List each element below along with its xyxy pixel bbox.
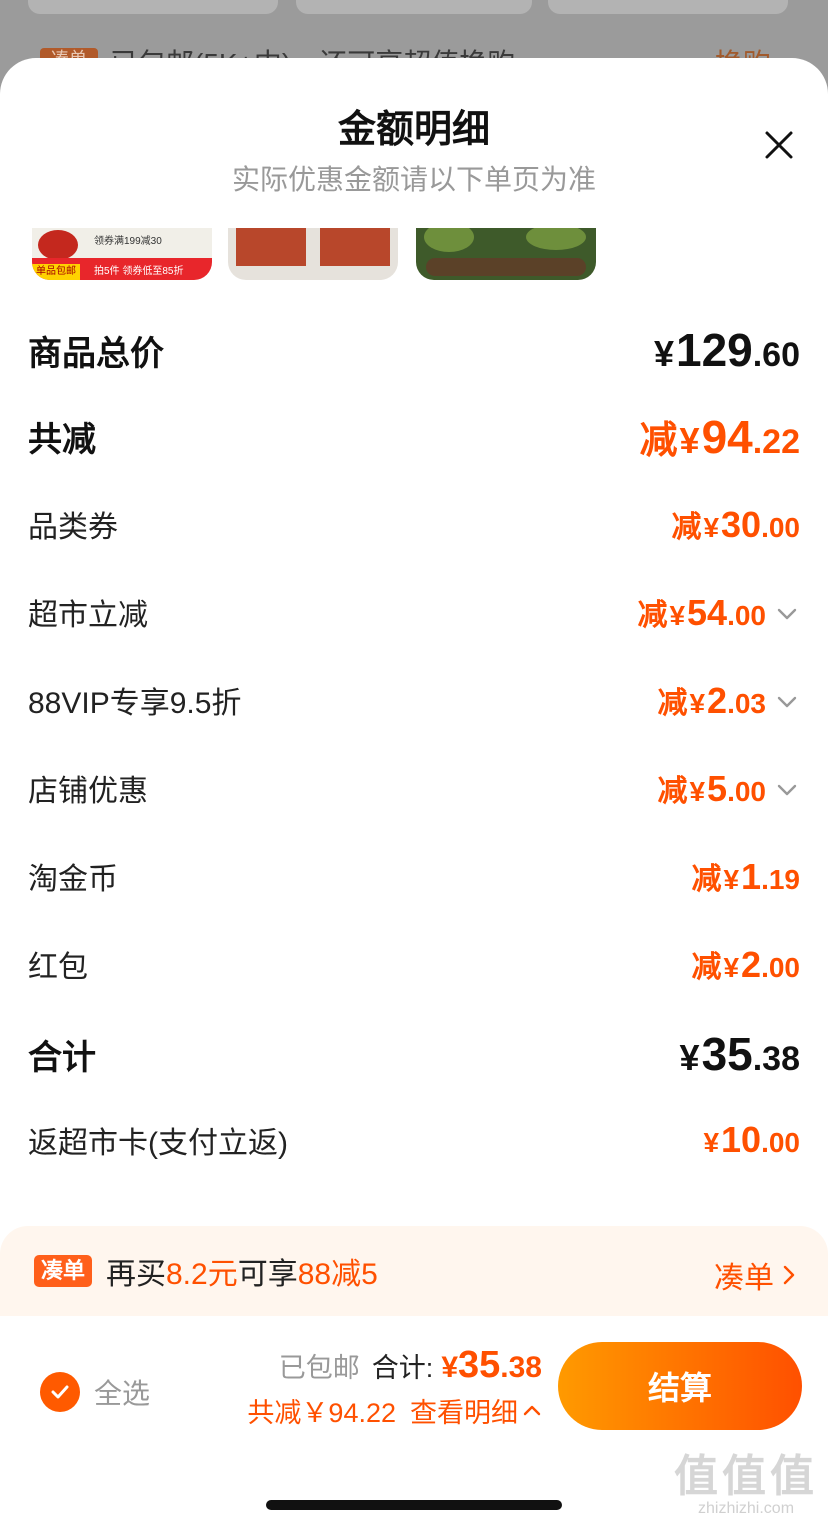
row-amount: 减 ¥30.00 (671, 504, 800, 545)
select-all-checkbox[interactable]: 全选 (40, 1372, 150, 1412)
mascot-image (38, 230, 78, 260)
chevron-down-icon[interactable] (774, 601, 800, 627)
sheet-title: 金额明细 (337, 109, 490, 151)
row-label: 88VIP专享9.5折 (28, 687, 242, 720)
home-indicator (266, 1500, 562, 1510)
row-amount: 减 ¥1.19 (691, 856, 800, 897)
foliage-image (526, 228, 586, 250)
close-button[interactable] (764, 130, 794, 160)
product-box-image (320, 228, 390, 266)
watermark: 值值值 zhizhizhi.com (674, 1440, 818, 1518)
row-grand-total: 合计 ¥35.38 (28, 1024, 800, 1084)
product-thumbnail[interactable] (416, 228, 596, 280)
row-label: 店铺优惠 (28, 775, 148, 808)
saved-amount: 共减￥94.22 (247, 1398, 396, 1428)
chevron-up-icon (523, 1405, 541, 1415)
row-label: 合计 (28, 1038, 96, 1077)
background-product-image (28, 0, 278, 14)
row-amount: ¥35.38 (679, 1028, 800, 1080)
row-label: 共减 (28, 420, 96, 459)
row-store-discount[interactable]: 店铺优惠 减 ¥5.00 (28, 758, 800, 818)
row-red-packet: 红包 减 ¥2.00 (28, 934, 800, 994)
total-amount: ¥35.38 (441, 1344, 542, 1386)
thumb-discount-text: 拍5件 领券低至85折 (94, 266, 184, 277)
add-on-link[interactable]: 凑单 (714, 1253, 800, 1297)
row-supermarket-discount[interactable]: 超市立减 减 ¥54.00 (28, 582, 800, 642)
add-on-promo-bar: 凑单 再买8.2元可享88减5 凑单 (0, 1226, 828, 1316)
row-taojinbi: 淘金币 减 ¥1.19 (28, 846, 800, 906)
row-label: 商品总价 (28, 334, 164, 373)
row-label: 超市立减 (28, 599, 148, 632)
row-category-coupon: 品类券 减 ¥30.00 (28, 494, 800, 554)
row-label: 品类券 (28, 511, 118, 544)
product-thumbnail[interactable] (228, 228, 398, 280)
check-icon (40, 1372, 80, 1412)
row-amount: ¥10.00 (703, 1119, 800, 1160)
free-shipping-label: 已包邮 (278, 1353, 360, 1383)
promo-text: 再买8.2元可享88减5 (106, 1258, 378, 1291)
row-amount: 减 ¥5.00 (657, 766, 800, 810)
add-on-tag: 凑单 (34, 1255, 92, 1287)
background-product-image (548, 0, 788, 14)
row-amount: 减 ¥2.03 (657, 678, 800, 722)
row-total-discount: 共减 减 ¥94.22 (28, 406, 800, 466)
product-box-image (236, 228, 306, 266)
watermark-logo: 值值值 (674, 1452, 818, 1501)
foliage-image (424, 228, 474, 252)
close-icon (765, 131, 793, 159)
sheet-subtitle: 实际优惠金额请以下单页为准 (231, 164, 596, 195)
product-thumbnail[interactable]: 领券满199减30 单品包邮 拍5件 领券低至85折 (32, 228, 212, 280)
row-label: 红包 (28, 951, 88, 984)
total-label: 合计: (371, 1353, 434, 1383)
select-all-label: 全选 (94, 1378, 151, 1409)
background-product-image (296, 0, 532, 14)
row-goods-total: 商品总价 ¥129.60 (28, 320, 800, 380)
row-label: 返超市卡(支付立返) (28, 1127, 288, 1160)
row-amount: 减 ¥2.00 (691, 944, 800, 985)
row-label: 淘金币 (28, 863, 118, 896)
row-supermarket-card-rebate: 返超市卡(支付立返) ¥10.00 (28, 1110, 800, 1170)
thumb-coupon-text: 领券满199减30 (94, 236, 162, 247)
chevron-down-icon[interactable] (774, 777, 800, 803)
log-image (426, 258, 586, 276)
thumb-badge: 单品包邮 (32, 264, 80, 280)
view-detail-link[interactable]: 查看明细 (410, 1391, 542, 1430)
row-amount: 减 ¥94.22 (639, 410, 800, 463)
chevron-down-icon[interactable] (774, 689, 800, 715)
row-amount: 减 ¥54.00 (637, 590, 800, 634)
row-amount: ¥129.60 (653, 324, 800, 376)
product-thumbnails: 领券满199减30 单品包邮 拍5件 领券低至85折 (0, 228, 828, 282)
row-88vip-discount[interactable]: 88VIP专享9.5折 减 ¥2.03 (28, 670, 800, 730)
chevron-right-icon (783, 1265, 795, 1285)
checkout-button[interactable]: 结算 (558, 1342, 802, 1430)
checkout-summary: 已包邮 合计: ¥35.38 共减￥94.22 查看明细 (247, 1344, 542, 1430)
